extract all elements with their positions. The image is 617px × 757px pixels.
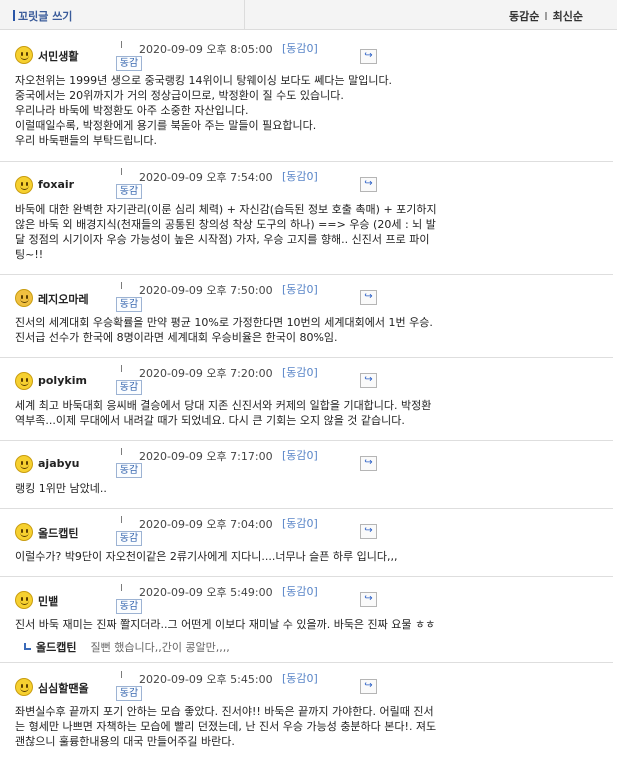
- comment-item: polykim I 2020-09-09 오후 7:20:00 [동감0] ↪ …: [0, 358, 613, 441]
- agree-button[interactable]: 동감: [116, 56, 142, 71]
- comment-item: 심심할땐올 I 2020-09-09 오후 5:45:00 [동감0] ↪ 동감…: [0, 663, 613, 757]
- reply-arrow-icon[interactable]: ↪: [360, 592, 377, 607]
- agree-count-value: 동감0: [286, 585, 314, 598]
- meta-separator: I: [120, 447, 123, 458]
- agree-count: [동감0]: [282, 585, 318, 598]
- comment-author[interactable]: 심심할땐올: [38, 680, 89, 696]
- agree-count: [동감0]: [282, 672, 318, 685]
- comment-body: 랭킹 1위만 남았네..: [15, 482, 107, 495]
- reply-arrow-icon[interactable]: ↪: [360, 456, 377, 471]
- agree-button[interactable]: 동감: [116, 599, 142, 614]
- smiley-avatar-icon: [15, 455, 33, 473]
- comment-item: ajabyu I 2020-09-09 오후 7:17:00 [동감0] ↪ 동…: [0, 441, 613, 509]
- meta-separator: I: [120, 515, 123, 526]
- agree-count-value: 동감0: [286, 672, 314, 685]
- comment-body: 진서 바둑 재미는 진짜 쫠지더라..그 어떤게 이보다 재미날 수 있을까. …: [15, 618, 436, 631]
- agree-count-value: 동감0: [286, 517, 314, 530]
- comment-author[interactable]: 레지오마레: [38, 291, 89, 307]
- comment-body: 진서의 세계대회 우승확률을 만약 평균 10%로 가정한다면 10번의 세계대…: [15, 316, 433, 344]
- comments-header: 꼬릿글 쓰기 동감순 I 최신순: [0, 0, 617, 30]
- agree-count: [동감0]: [282, 366, 318, 379]
- comment-body: 바둑에 대한 완벽한 자기관리(이룬 심리 체력) + 자신감(습득된 정보 호…: [15, 203, 437, 261]
- agree-button[interactable]: 동감: [116, 463, 142, 478]
- agree-count-value: 동감0: [286, 42, 314, 55]
- comment-author[interactable]: 서민생활: [38, 48, 78, 64]
- comment-date: 2020-09-09 오후 7:54:00: [139, 171, 273, 184]
- agree-count-value: 동감0: [286, 283, 314, 296]
- agree-count-value: 동감0: [286, 366, 314, 379]
- write-comment-label: 꼬릿글 쓰기: [18, 10, 73, 23]
- meta-separator: I: [120, 583, 123, 594]
- sort-separator: I: [544, 10, 548, 23]
- reply-arrow-icon[interactable]: ↪: [360, 373, 377, 388]
- comment-item: 민뱉 I 2020-09-09 오후 5:49:00 [동감0] ↪ 동감 진서…: [0, 577, 613, 663]
- reply-indicator-icon: [24, 643, 31, 650]
- smiley-avatar-icon: [15, 678, 33, 696]
- agree-button[interactable]: 동감: [116, 686, 142, 701]
- smiley-avatar-icon: [15, 591, 33, 609]
- sort-options: 동감순 I 최신순: [509, 8, 583, 24]
- comment-date: 2020-09-09 오후 7:17:00: [139, 450, 273, 463]
- nested-reply: 올드캡틴 질뻔 했습니다,,간이 콩알만,,,,: [24, 639, 230, 655]
- reply-arrow-icon[interactable]: ↪: [360, 177, 377, 192]
- comment-item: 올드캡틴 I 2020-09-09 오후 7:04:00 [동감0] ↪ 동감 …: [0, 509, 613, 577]
- reply-arrow-icon[interactable]: ↪: [360, 679, 377, 694]
- reply-author[interactable]: 올드캡틴: [36, 641, 76, 654]
- sort-by-agree-link[interactable]: 동감순: [509, 10, 539, 23]
- agree-count-value: 동감0: [286, 449, 314, 462]
- smiley-avatar-icon: [15, 523, 33, 541]
- comment-author[interactable]: ajabyu: [38, 457, 80, 470]
- agree-button[interactable]: 동감: [116, 184, 142, 199]
- comment-body: 좌변실수후 끝까지 포기 안하는 모습 좋았다. 진서야!! 바둑은 끝까지 가…: [15, 705, 437, 748]
- reply-arrow-icon[interactable]: ↪: [360, 524, 377, 539]
- agree-count: [동감0]: [282, 283, 318, 296]
- agree-button[interactable]: 동감: [116, 380, 142, 395]
- reply-text: 질뻔 했습니다,,간이 콩알만,,,,: [90, 641, 230, 654]
- smiley-avatar-icon: [15, 176, 33, 194]
- smiley-avatar-icon: [15, 289, 33, 307]
- smiley-avatar-icon: [15, 372, 33, 390]
- agree-count: [동감0]: [282, 170, 318, 183]
- comment-author[interactable]: polykim: [38, 374, 87, 387]
- write-marker-icon: [13, 10, 15, 21]
- agree-count-value: 동감0: [286, 170, 314, 183]
- comment-body: 세계 최고 바둑대회 응씨배 결승에서 당대 지존 신진서와 커제의 일합을 기…: [15, 399, 432, 427]
- sort-by-latest-link[interactable]: 최신순: [553, 10, 583, 23]
- comment-date: 2020-09-09 오후 8:05:00: [139, 43, 273, 56]
- agree-count: [동감0]: [282, 449, 318, 462]
- comment-list: 서민생활 I 2020-09-09 오후 8:05:00 [동감0] ↪ 동감 …: [0, 31, 613, 757]
- reply-arrow-icon[interactable]: ↪: [360, 290, 377, 305]
- comment-item: 서민생활 I 2020-09-09 오후 8:05:00 [동감0] ↪ 동감 …: [0, 31, 613, 162]
- agree-button[interactable]: 동감: [116, 531, 142, 546]
- agree-count: [동감0]: [282, 517, 318, 530]
- comment-author[interactable]: foxair: [38, 178, 74, 191]
- comment-body: 자오천위는 1999년 생으로 중국랭킹 14위이니 탕웨이싱 보다도 쎄다는 …: [15, 74, 393, 147]
- comment-date: 2020-09-09 오후 7:04:00: [139, 518, 273, 531]
- meta-separator: I: [120, 40, 123, 51]
- comment-author[interactable]: 민뱉: [38, 593, 58, 609]
- comment-author[interactable]: 올드캡틴: [38, 525, 78, 541]
- write-comment-link[interactable]: 꼬릿글 쓰기: [13, 8, 72, 24]
- meta-separator: I: [120, 281, 123, 292]
- agree-button[interactable]: 동감: [116, 297, 142, 312]
- comment-item: foxair I 2020-09-09 오후 7:54:00 [동감0] ↪ 동…: [0, 162, 613, 275]
- meta-separator: I: [120, 364, 123, 375]
- reply-arrow-icon[interactable]: ↪: [360, 49, 377, 64]
- meta-separator: I: [120, 670, 123, 681]
- comment-date: 2020-09-09 오후 5:49:00: [139, 586, 273, 599]
- comment-date: 2020-09-09 오후 7:50:00: [139, 284, 273, 297]
- comment-date: 2020-09-09 오후 7:20:00: [139, 367, 273, 380]
- smiley-avatar-icon: [15, 46, 33, 64]
- header-divider: [244, 0, 245, 30]
- meta-separator: I: [120, 167, 123, 178]
- comment-item: 레지오마레 I 2020-09-09 오후 7:50:00 [동감0] ↪ 동감…: [0, 275, 613, 358]
- agree-count: [동감0]: [282, 42, 318, 55]
- comment-date: 2020-09-09 오후 5:45:00: [139, 673, 273, 686]
- comment-body: 이럴수가? 박9단이 자오천이같은 2류기사에게 지다니....너무나 슬픈 하…: [15, 550, 398, 563]
